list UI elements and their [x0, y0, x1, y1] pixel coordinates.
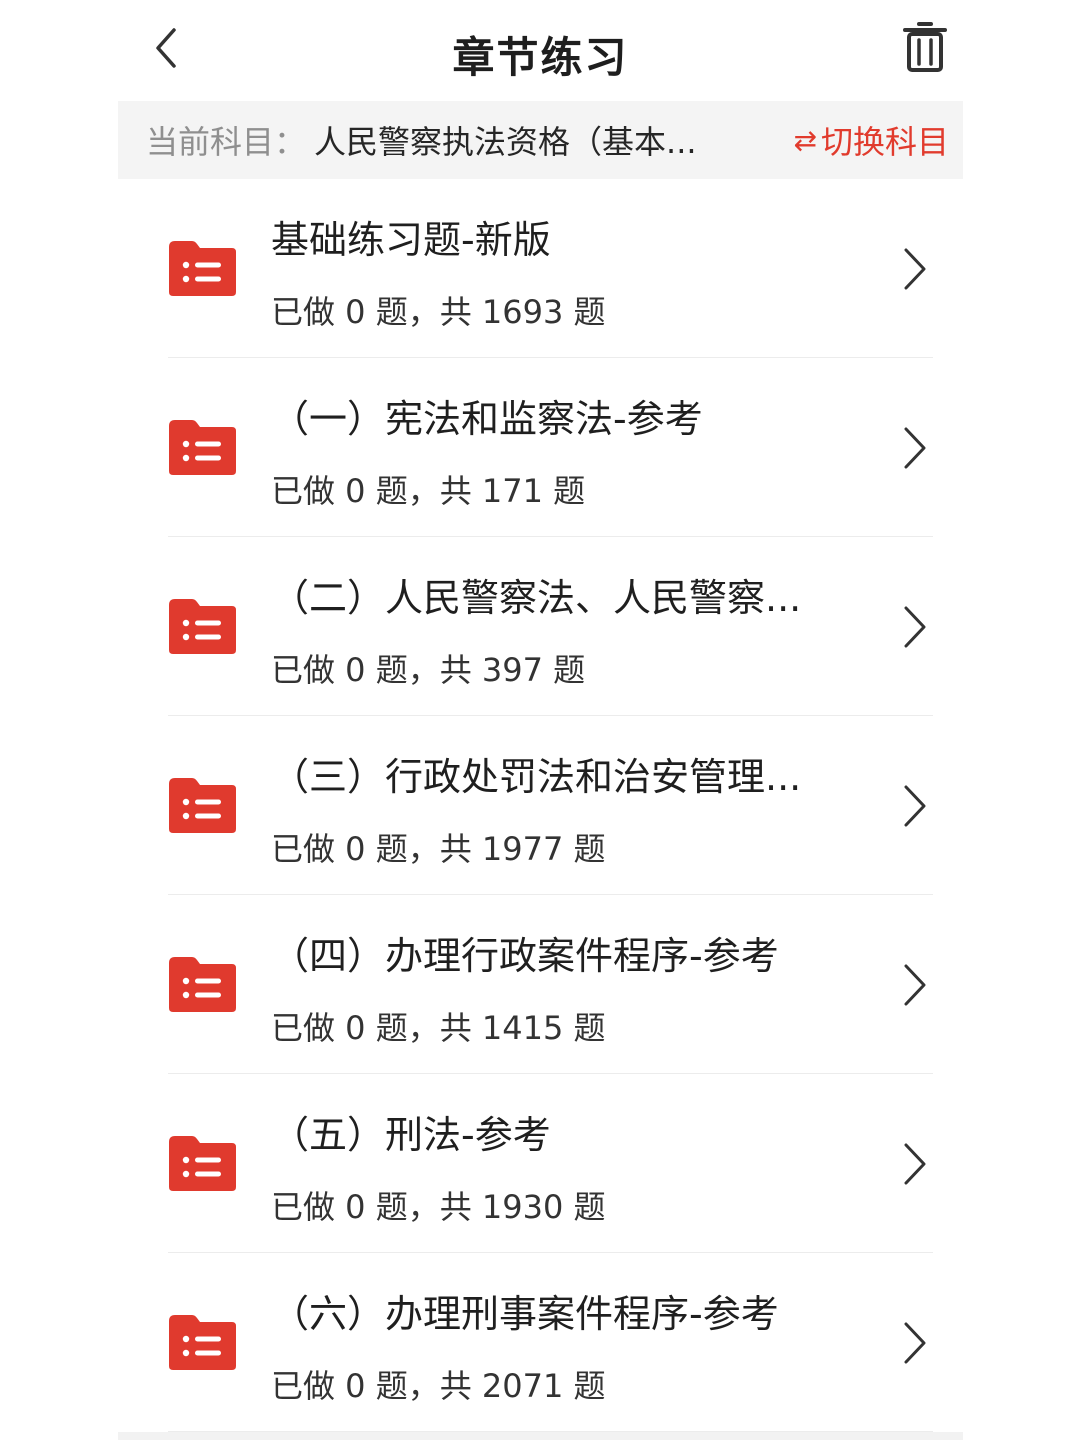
- folder-list-icon: [169, 1136, 236, 1191]
- chapter-progress: 已做 0 题，共 1977 题: [271, 830, 606, 868]
- chapter-title: （六）办理刑事案件程序-参考: [271, 1292, 779, 1336]
- trash-icon: [903, 22, 947, 72]
- chevron-right-icon: [904, 1143, 926, 1185]
- chapter-item[interactable]: 基础练习题-新版 已做 0 题，共 1693 题: [118, 179, 963, 358]
- bottom-divider: [118, 1432, 963, 1440]
- chapter-progress: 已做 0 题，共 1415 题: [271, 1009, 606, 1047]
- page-title: 章节练习: [452, 33, 629, 82]
- chapter-progress: 已做 0 题，共 171 题: [271, 472, 586, 510]
- chapter-title: （三）行政处罚法和治安管理...: [271, 755, 802, 799]
- chapter-title: （四）办理行政案件程序-参考: [271, 934, 779, 978]
- folder-list-icon: [169, 241, 236, 296]
- switch-subject-label: 切换科目: [820, 123, 949, 161]
- chapter-item[interactable]: （三）行政处罚法和治安管理... 已做 0 题，共 1977 题: [118, 716, 963, 895]
- current-subject-bar: 当前科目： 人民警察执法资格（基本... ⇄ 切换科目: [118, 101, 963, 179]
- delete-button[interactable]: [901, 20, 949, 74]
- chevron-right-icon: [904, 785, 926, 827]
- chapter-item[interactable]: （二）人民警察法、人民警察... 已做 0 题，共 397 题: [118, 537, 963, 716]
- chapter-progress: 已做 0 题，共 1693 题: [271, 293, 606, 331]
- chapter-item[interactable]: （六）办理刑事案件程序-参考 已做 0 题，共 2071 题: [118, 1253, 963, 1432]
- chevron-right-icon: [904, 606, 926, 648]
- current-subject-label: 当前科目：: [146, 123, 307, 161]
- chapter-item[interactable]: （五）刑法-参考 已做 0 题，共 1930 题: [118, 1074, 963, 1253]
- switch-subject-button[interactable]: ⇄ 切换科目: [794, 117, 949, 163]
- chapter-item[interactable]: （一）宪法和监察法-参考 已做 0 题，共 171 题: [118, 358, 963, 537]
- chevron-right-icon: [904, 1322, 926, 1364]
- swap-arrows-icon: ⇄: [793, 123, 817, 157]
- chapter-title: （一）宪法和监察法-参考: [271, 397, 703, 441]
- folder-list-icon: [169, 420, 236, 475]
- chapter-title: 基础练习题-新版: [271, 218, 551, 262]
- chevron-right-icon: [904, 427, 926, 469]
- chapter-progress: 已做 0 题，共 1930 题: [271, 1188, 606, 1226]
- current-subject-name: 人民警察执法资格（基本...: [314, 123, 697, 161]
- chevron-right-icon: [904, 248, 926, 290]
- chapter-progress: 已做 0 题，共 397 题: [271, 651, 586, 689]
- folder-list-icon: [169, 599, 236, 654]
- chevron-right-icon: [904, 964, 926, 1006]
- chapter-title: （五）刑法-参考: [271, 1113, 551, 1157]
- chapter-item[interactable]: （四）办理行政案件程序-参考 已做 0 题，共 1415 题: [118, 895, 963, 1074]
- chapter-title: （二）人民警察法、人民警察...: [271, 576, 802, 620]
- app-header: 章节练习: [118, 0, 963, 100]
- chapter-list: 基础练习题-新版 已做 0 题，共 1693 题 （一）宪法和监察法-参考 已做…: [118, 179, 963, 1432]
- folder-list-icon: [169, 1315, 236, 1370]
- folder-list-icon: [169, 957, 236, 1012]
- chapter-progress: 已做 0 题，共 2071 题: [271, 1367, 606, 1405]
- folder-list-icon: [169, 778, 236, 833]
